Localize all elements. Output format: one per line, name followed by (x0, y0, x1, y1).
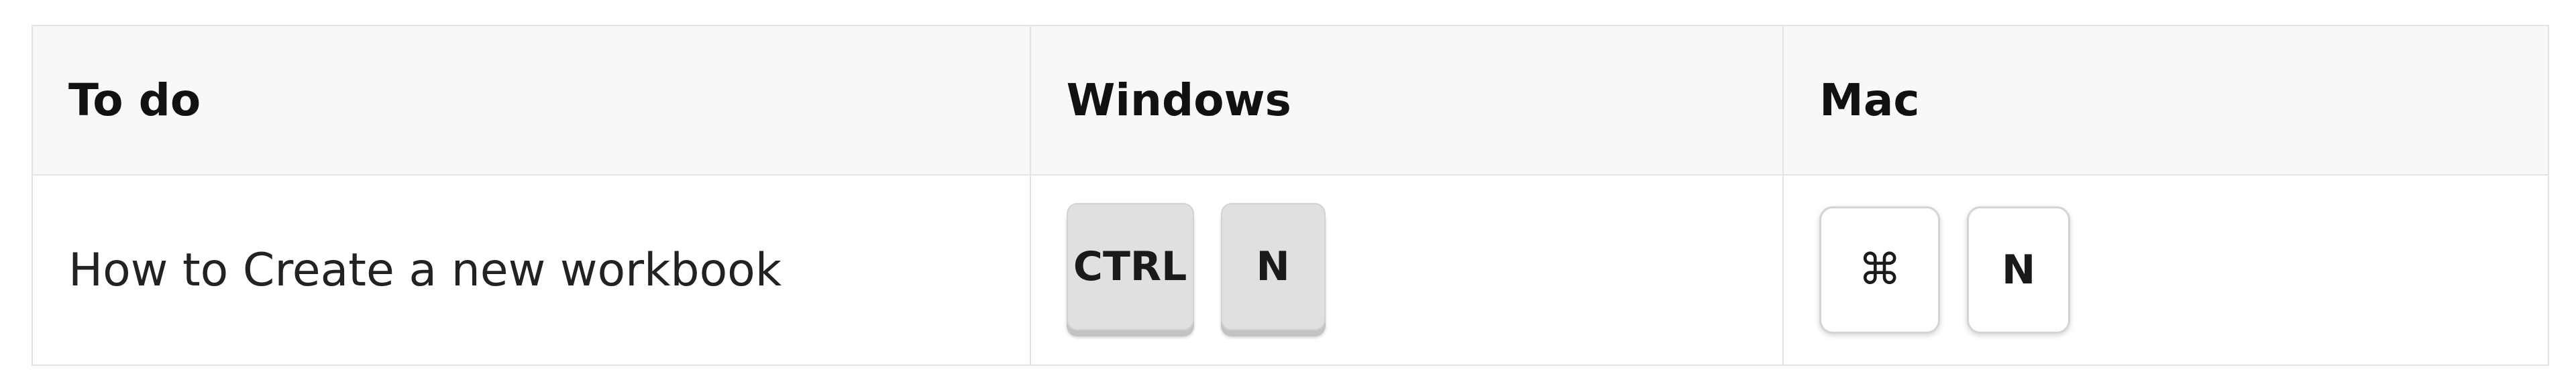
mac-key-combo: ⌘ N (1819, 206, 2548, 334)
task-cell: How to Create a new workbook (32, 174, 1031, 366)
windows-keys-cell: CTRL N (1029, 174, 1784, 366)
shortcut-table: To do Windows Mac How to Create a new wo… (32, 25, 2549, 366)
command-icon: ⌘ (1819, 206, 1941, 334)
header-to-do: To do (32, 25, 1031, 176)
table-header-row: To do Windows Mac (32, 25, 2549, 176)
header-windows: Windows (1029, 25, 1784, 176)
windows-key-combo: CTRL N (1066, 203, 1783, 330)
table-row: How to Create a new workbook CTRL N ⌘ N (32, 174, 2549, 366)
windows-key-n: N (1220, 203, 1326, 330)
task-label: How to Create a new workbook (68, 243, 782, 297)
header-mac: Mac (1782, 25, 2549, 176)
mac-key-n: N (1967, 206, 2071, 334)
windows-key-ctrl: CTRL (1066, 203, 1194, 330)
mac-keys-cell: ⌘ N (1782, 174, 2549, 366)
